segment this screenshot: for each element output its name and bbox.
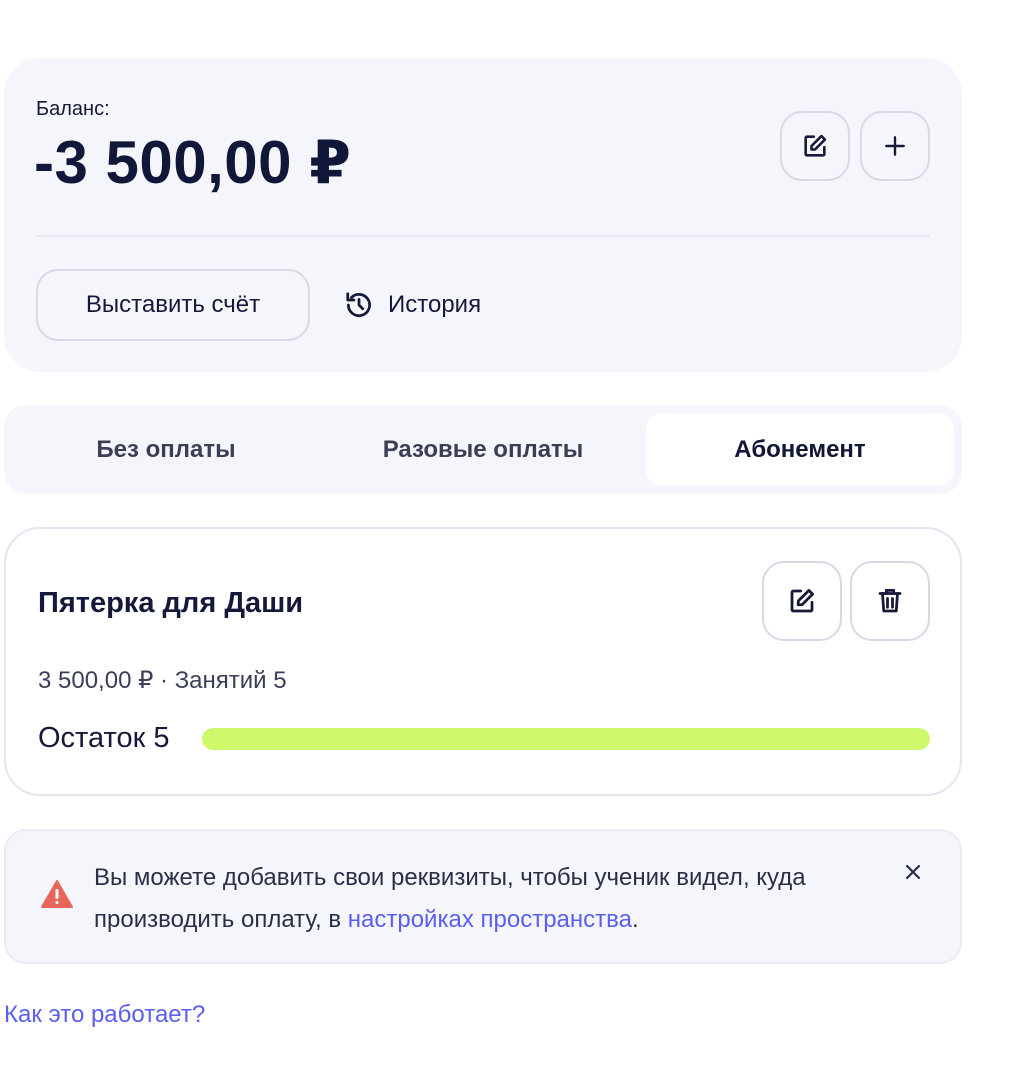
how-it-works-link[interactable]: Как это работает? — [4, 1001, 205, 1029]
edit-icon — [804, 134, 827, 157]
notice-text-after: . — [631, 906, 639, 933]
space-settings-link[interactable]: настройках пространства — [348, 906, 632, 933]
invoice-button[interactable]: Выставить счёт — [36, 269, 310, 341]
balance-card: Баланс: -3 500,00 ₽ Выставить счёт Истор… — [4, 58, 962, 372]
add-balance-button[interactable] — [860, 111, 930, 181]
payment-type-tabs: Без оплаты Разовые оплаты Абонемент — [4, 405, 962, 494]
history-icon — [346, 292, 371, 317]
plus-icon — [885, 136, 905, 156]
divider — [36, 235, 930, 237]
tab-one-time-payments[interactable]: Разовые оплаты — [324, 413, 642, 486]
warning-icon — [41, 880, 73, 908]
notice-text: Вы можете добавить свои реквизиты, чтобы… — [94, 857, 894, 941]
balance-label: Баланс: — [36, 98, 110, 120]
close-notice-button[interactable] — [898, 857, 928, 887]
subscription-card: Пятерка для Даши 3 500,00 ₽ · Занятий 5 … — [4, 527, 962, 796]
delete-subscription-button[interactable] — [850, 561, 930, 641]
trash-icon — [878, 589, 902, 613]
edit-subscription-button[interactable] — [762, 561, 842, 641]
edit-balance-button[interactable] — [780, 111, 850, 181]
history-label: История — [388, 291, 482, 318]
remaining-progress-bar — [202, 728, 930, 750]
remaining-label: Остаток 5 — [38, 722, 170, 754]
tab-subscription[interactable]: Абонемент — [646, 413, 954, 486]
tab-no-payment[interactable]: Без оплаты — [12, 413, 320, 486]
balance-amount: -3 500,00 ₽ — [34, 129, 352, 196]
close-icon — [905, 864, 921, 880]
requisites-notice: Вы можете добавить свои реквизиты, чтобы… — [4, 829, 962, 964]
edit-icon — [790, 589, 814, 613]
subscription-title: Пятерка для Даши — [38, 587, 304, 619]
history-button[interactable]: История — [344, 269, 481, 341]
subscription-meta: 3 500,00 ₽ · Занятий 5 — [38, 667, 287, 694]
remaining-progress-fill — [202, 728, 930, 750]
